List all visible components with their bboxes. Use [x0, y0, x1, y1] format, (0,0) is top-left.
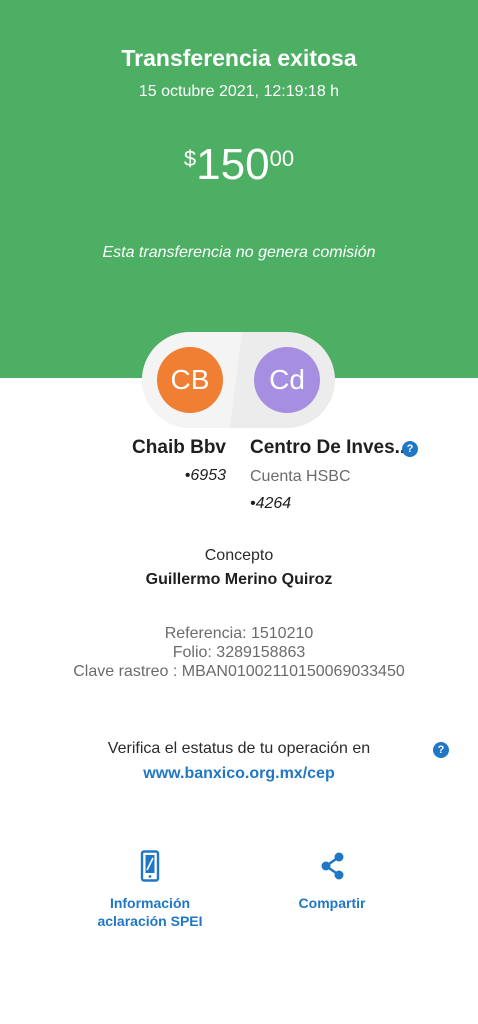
page-title: Transferencia exitosa — [121, 45, 357, 71]
folio-number: Folio: 3289158863 — [172, 644, 306, 661]
participants-pill: CB Cd — [142, 332, 335, 428]
recipient-account: •4264 — [250, 495, 292, 512]
spei-info-button[interactable]: Información aclaración SPEI — [90, 850, 210, 930]
share-label: Compartir — [298, 895, 366, 911]
share-button[interactable]: Compartir — [280, 850, 384, 912]
verify-text: Verifica el estatus de tu operación en — [107, 740, 371, 757]
verify-help-icon[interactable]: ? — [433, 742, 449, 758]
transfer-date: 15 octubre 2021, 12:19:18 h — [138, 83, 340, 100]
phone-icon — [140, 850, 160, 882]
reference-number: Referencia: 1510210 — [164, 625, 314, 642]
sender-account: •6953 — [184, 467, 226, 484]
recipient-bank: Cuenta HSBC — [250, 468, 351, 485]
amount-integer: 150 — [196, 140, 270, 189]
banxico-link[interactable]: www.banxico.org.mx/cep — [0, 765, 478, 783]
recipient-name: Centro De Inves... — [250, 437, 411, 458]
recipient-avatar: Cd — [254, 347, 320, 413]
tracking-key: Clave rastreo : MBAN01002110150069033450 — [73, 663, 405, 680]
spei-info-label-line1: Información — [109, 895, 191, 911]
share-icon — [321, 852, 344, 880]
spei-info-label-line2: aclaración SPEI — [97, 913, 203, 929]
amount-currency: $ — [183, 146, 197, 171]
concept-value: Guillermo Merino Quiroz — [145, 571, 333, 588]
recipient-help-icon[interactable]: ? — [402, 441, 418, 457]
sender-name: Chaib Bbv — [132, 437, 226, 458]
sender-avatar: CB — [157, 347, 223, 413]
concept-label: Concepto — [204, 547, 274, 564]
transfer-amount: $15000 — [0, 140, 478, 190]
success-header: Transferencia exitosa 15 octubre 2021, 1… — [0, 0, 478, 378]
amount-decimal: 00 — [269, 146, 295, 171]
commission-note: Esta transferencia no genera comisión — [102, 244, 376, 261]
